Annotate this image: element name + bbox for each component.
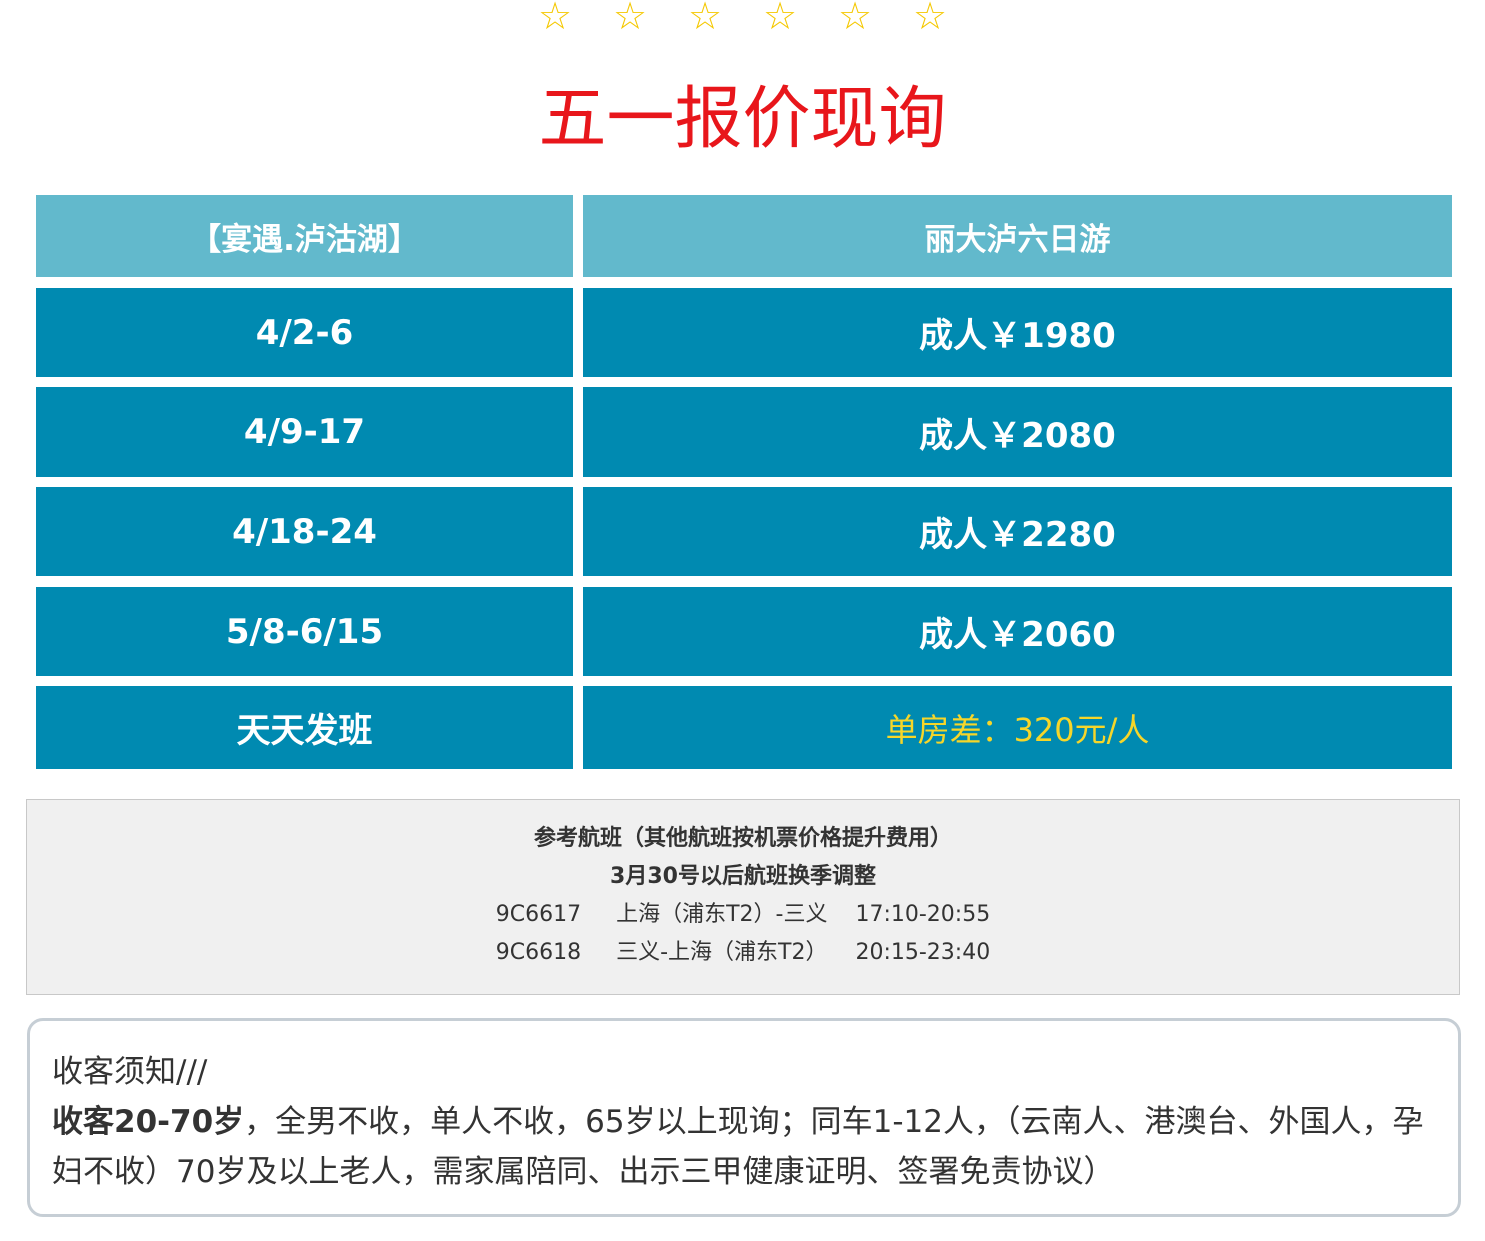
header-route-name: 【宴遇.泸沽湖】 [36, 195, 573, 277]
star-icon: ☆ [912, 0, 948, 38]
star-icon: ☆ [687, 0, 723, 38]
single-room-surcharge: 单房差：320元/人 [583, 686, 1452, 769]
star-icon: ☆ [537, 0, 573, 38]
table-row: 5/8-6/15 成人￥2060 [36, 587, 1452, 676]
notice-age-range: 收客20-70岁 [52, 1104, 245, 1140]
flight-line: 9C6617 上海（浦东T2）-三义 17:10-20:55 [495, 902, 991, 927]
price-cell: 成人￥2280 [583, 487, 1452, 576]
date-cell: 5/8-6/15 [36, 587, 573, 676]
header-tour-name: 丽大泸六日游 [583, 195, 1452, 277]
price-cell: 成人￥1980 [583, 288, 1452, 377]
star-icon: ☆ [837, 0, 873, 38]
flights-subheading: 3月30号以后航班换季调整 [610, 864, 876, 889]
booking-notice-box: 收客须知/// 收客20-70岁，全男不收，单人不收，65岁以上现询；同车1-1… [27, 1018, 1461, 1217]
table-row: 4/2-6 成人￥1980 [36, 288, 1452, 377]
date-cell: 4/9-17 [36, 387, 573, 477]
star-rating: ☆ ☆ ☆ ☆ ☆ ☆ [0, 0, 1485, 38]
page-title: 五一报价现询 [538, 80, 947, 159]
table-row: 4/9-17 成人￥2080 [36, 387, 1452, 477]
date-cell: 4/18-24 [36, 487, 573, 576]
flights-heading: 参考航班（其他航班按机票价格提升费用） [533, 826, 952, 851]
price-cell: 成人￥2060 [583, 587, 1452, 676]
table-row: 天天发班 单房差：320元/人 [36, 686, 1452, 769]
date-cell: 4/2-6 [36, 288, 573, 377]
table-header-row: 【宴遇.泸沽湖】 丽大泸六日游 [36, 195, 1452, 277]
table-row: 4/18-24 成人￥2280 [36, 487, 1452, 576]
reference-flights-box: 参考航班（其他航班按机票价格提升费用） 3月30号以后航班换季调整 9C6617… [26, 799, 1460, 995]
notice-body: ，全男不收，单人不收，65岁以上现询；同车1-12人，（云南人、港澳台、外国人，… [52, 1104, 1424, 1190]
notice-text: 收客20-70岁，全男不收，单人不收，65岁以上现询；同车1-12人，（云南人、… [52, 1097, 1438, 1197]
price-cell: 成人￥2080 [583, 387, 1452, 477]
schedule-cell: 天天发班 [36, 686, 573, 769]
flight-line: 9C6618 三义-上海（浦东T2） 20:15-23:40 [495, 940, 991, 965]
star-icon: ☆ [762, 0, 798, 38]
star-icon: ☆ [612, 0, 648, 38]
notice-title: 收客须知/// [52, 1054, 208, 1090]
